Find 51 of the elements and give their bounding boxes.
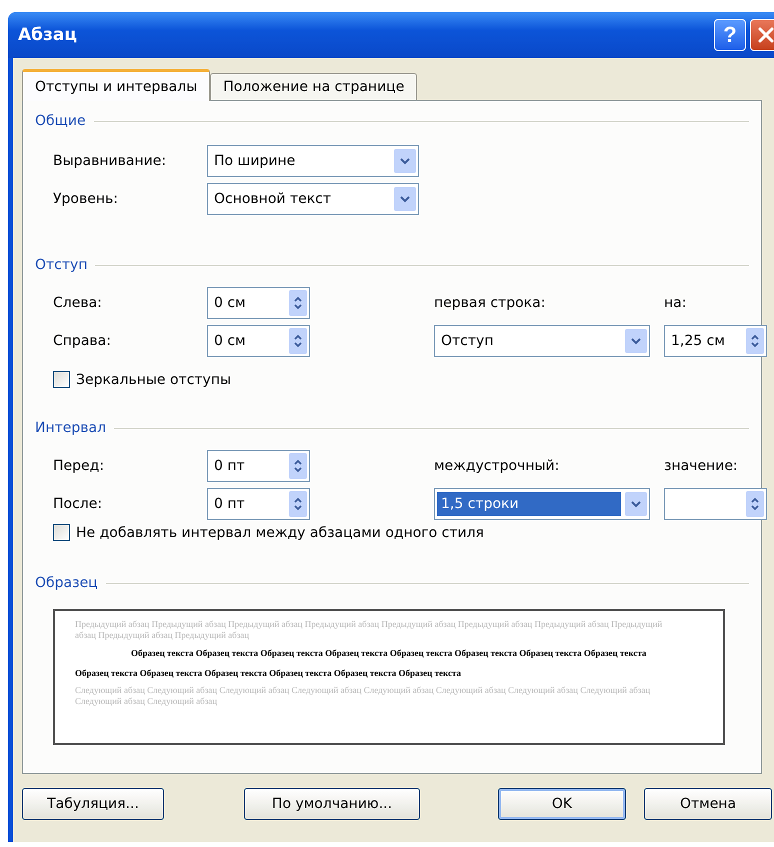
section-title: Образец [35,575,98,591]
up-down-icon [750,333,760,349]
field-label: на: [664,295,688,311]
spinner-field[interactable]: 0 пт [207,450,310,482]
field-label: междустрочный: [434,458,560,474]
close-icon [757,26,774,44]
field-label: Уровень: [53,191,119,207]
chevron-down-icon [630,337,642,345]
preview-text: Следующий абзац Следующий абзац Следующий абзац Следующий абзац Следующий абзац Следующий абзац Следующий абзац Следующий абзац Следующий абзац Следующий абзац [75,685,652,707]
up-down-icon [750,496,760,512]
dropdown[interactable]: По ширине [207,145,419,177]
checkbox-label: Зеркальные отступы [76,372,232,388]
dropdown[interactable]: Отступ [434,325,650,357]
spinner-field[interactable] [664,488,767,520]
up-down-icon [293,295,303,311]
close-button[interactable] [750,19,774,51]
field-label: значение: [664,458,739,474]
dropdown[interactable]: Основной текст [207,183,419,215]
checkbox[interactable] [53,524,70,541]
preview-text: Предыдущий абзац Предыдущий абзац Предыдущий абзац Предыдущий абзац Предыдущий абзац Предыдущий абзац Предыдущий абзац Предыдущий абзац Предыдущий абзац Предыдущий абзац [75,619,663,641]
dropdown[interactable]: 1,5 строки [434,488,650,520]
field-label: После: [53,496,104,512]
preview-text: Образец текста Образец текста Образец текста Образец текста Образец текста Образец текста Образец текста Образец текста Образец текста Образец текста Образец текста Образец текста Образец текста Образец текста [75,647,648,680]
tab[interactable]: Положение на странице [210,73,418,100]
spinner-field[interactable]: 0 см [207,325,310,357]
checkbox-label: Не добавлять интервал между абзацами одного стиля [76,524,484,540]
help-button[interactable]: ? [714,19,746,51]
field-label: Слева: [53,295,103,311]
spinner-field[interactable]: 1,25 см [664,325,767,357]
chevron-down-icon [399,195,411,203]
window-title: Абзац [18,25,77,45]
section-title: Интервал [35,420,106,436]
chevron-down-icon [630,500,642,508]
spinner-field[interactable]: 0 пт [207,488,310,520]
field-label: Перед: [53,458,106,474]
dialog-button[interactable]: По умолчанию... [244,788,420,820]
spinner-field[interactable]: 0 см [207,287,310,319]
field-label: Выравнивание: [53,153,168,169]
checkbox[interactable] [53,371,70,388]
field-label: первая строка: [434,295,546,311]
up-down-icon [293,458,303,474]
up-down-icon [293,496,303,512]
dialog-button[interactable]: OK [498,788,626,820]
dialog-button[interactable]: Отмена [644,788,772,820]
chevron-down-icon [399,157,411,165]
tab[interactable]: Отступы и интервалы [22,69,210,101]
section-title: Общие [35,113,86,129]
section-title: Отступ [35,257,88,273]
dialog-button[interactable]: Табуляция... [22,788,164,820]
up-down-icon [293,333,303,349]
field-label: Справа: [53,333,112,349]
